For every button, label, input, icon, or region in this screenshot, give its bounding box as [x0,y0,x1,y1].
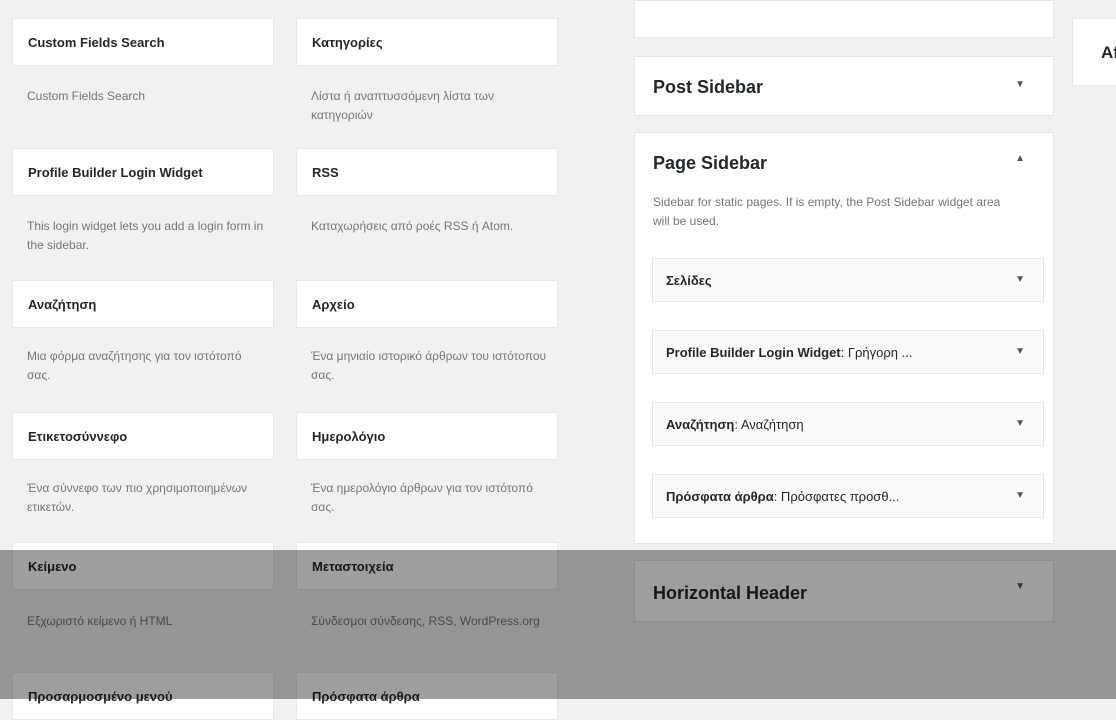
widget-custom-fields-search[interactable]: Custom Fields Search [12,18,274,66]
widget-description: Custom Fields Search [27,89,146,103]
widget-title-label: Αρχείο [312,296,355,312]
widget-title-label: Profile Builder Login Widget [28,164,203,180]
chevron-down-icon[interactable]: ▼ [1015,581,1025,592]
sidebar-title: Horizontal Header [653,583,808,603]
widget-description: Μια φόρμα αναζήτησης για τον ιστότοπό σα… [27,349,242,382]
widget-title-label: Αναζήτηση [28,296,97,312]
chevron-up-icon[interactable]: ▲ [1015,153,1025,164]
widget-archives[interactable]: Αρχείο [296,280,558,328]
widget-custom-menu[interactable]: Προσαρμοσμένο μενού [12,672,274,720]
widget-description: Καταχωρήσεις από ροές RSS ή Atom. [311,219,514,233]
right-panel[interactable]: Af [1072,18,1116,86]
widget-subtitle: : Γρήγορη ... [840,344,913,360]
widget-description: Ένα ημερολόγιο άρθρων για τον ιστότοπό σ… [311,481,533,514]
widget-title-label: RSS [312,164,339,180]
widget-name: Πρόσφατα άρθρα [666,488,774,504]
sidebar-post[interactable]: Post Sidebar ▼ [634,56,1054,116]
widget-tag-cloud[interactable]: Ετικετοσύννεφο [12,412,274,460]
widget-description: Εξχωριστό κείμενο ή HTML [27,614,173,628]
widget-description: This login widget lets you add a login f… [27,219,264,252]
sidebar-box-previous [634,0,1054,38]
widget-title-label: Ημερολόγιο [312,428,386,444]
sidebar-description: Sidebar for static pages. If is empty, t… [653,195,1001,228]
widget-rss[interactable]: RSS [296,148,558,196]
widget-text[interactable]: Κείμενο [12,542,274,590]
widget-search[interactable]: Αναζήτηση [12,280,274,328]
widget-description: Σύνδεσμοι σύνδεσης, RSS, WordPress.org [311,614,540,628]
widget-description: Ένα σύννεφο των πιο χρησιμοποιημένων ετι… [27,481,248,514]
placed-widget-recent-posts[interactable]: Πρόσφατα άρθρα: Πρόσφατες προσθ... ▼ [652,474,1044,518]
widget-title-label: Κατηγορίες [312,34,383,50]
widget-categories[interactable]: Κατηγορίες [296,18,558,66]
widget-name: Σελίδες [666,272,712,288]
widget-description: Ένα μηνιαίο ιστορικό άρθρων του ιστότοπο… [311,349,547,382]
chevron-down-icon[interactable]: ▼ [1015,274,1025,285]
widget-subtitle: : Πρόσφατες προσθ... [773,488,900,504]
widget-title-label: Μεταστοιχεία [312,558,394,574]
chevron-down-icon[interactable]: ▼ [1015,418,1025,429]
widget-meta[interactable]: Μεταστοιχεία [296,542,558,590]
widget-description: Λίστα ή αναπτυσσόμενη λίστα των κατηγορι… [311,89,495,122]
right-panel-title: Af [1101,43,1116,62]
sidebar-title: Post Sidebar [653,77,764,97]
widget-subtitle: : Αναζήτηση [734,416,804,432]
chevron-down-icon[interactable]: ▼ [1015,346,1025,357]
widget-title-label: Custom Fields Search [28,34,165,50]
available-widgets-panel: Custom Fields Search Custom Fields Searc… [0,0,600,720]
chevron-down-icon[interactable]: ▼ [1015,490,1025,501]
widget-title-label: Κείμενο [28,558,77,574]
widget-name: Profile Builder Login Widget [666,344,841,360]
widget-profile-builder-login[interactable]: Profile Builder Login Widget [12,148,274,196]
widget-name: Αναζήτηση [666,416,735,432]
sidebar-title[interactable]: Page Sidebar [653,153,767,174]
sidebar-horizontal-header[interactable]: Horizontal Header ▼ [634,560,1054,622]
chevron-down-icon[interactable]: ▼ [1015,79,1025,90]
widget-calendar[interactable]: Ημερολόγιο [296,412,558,460]
widget-recent-posts[interactable]: Πρόσφατα άρθρα [296,672,558,720]
widget-title-label: Πρόσφατα άρθρα [312,688,420,704]
widget-title-label: Προσαρμοσμένο μενού [28,688,173,704]
placed-widget-pages[interactable]: Σελίδες ▼ [652,258,1044,302]
widget-title-label: Ετικετοσύννεφο [28,428,128,444]
placed-widget-profile-builder[interactable]: Profile Builder Login Widget: Γρήγορη ..… [652,330,1044,374]
placed-widget-search[interactable]: Αναζήτηση: Αναζήτηση ▼ [652,402,1044,446]
